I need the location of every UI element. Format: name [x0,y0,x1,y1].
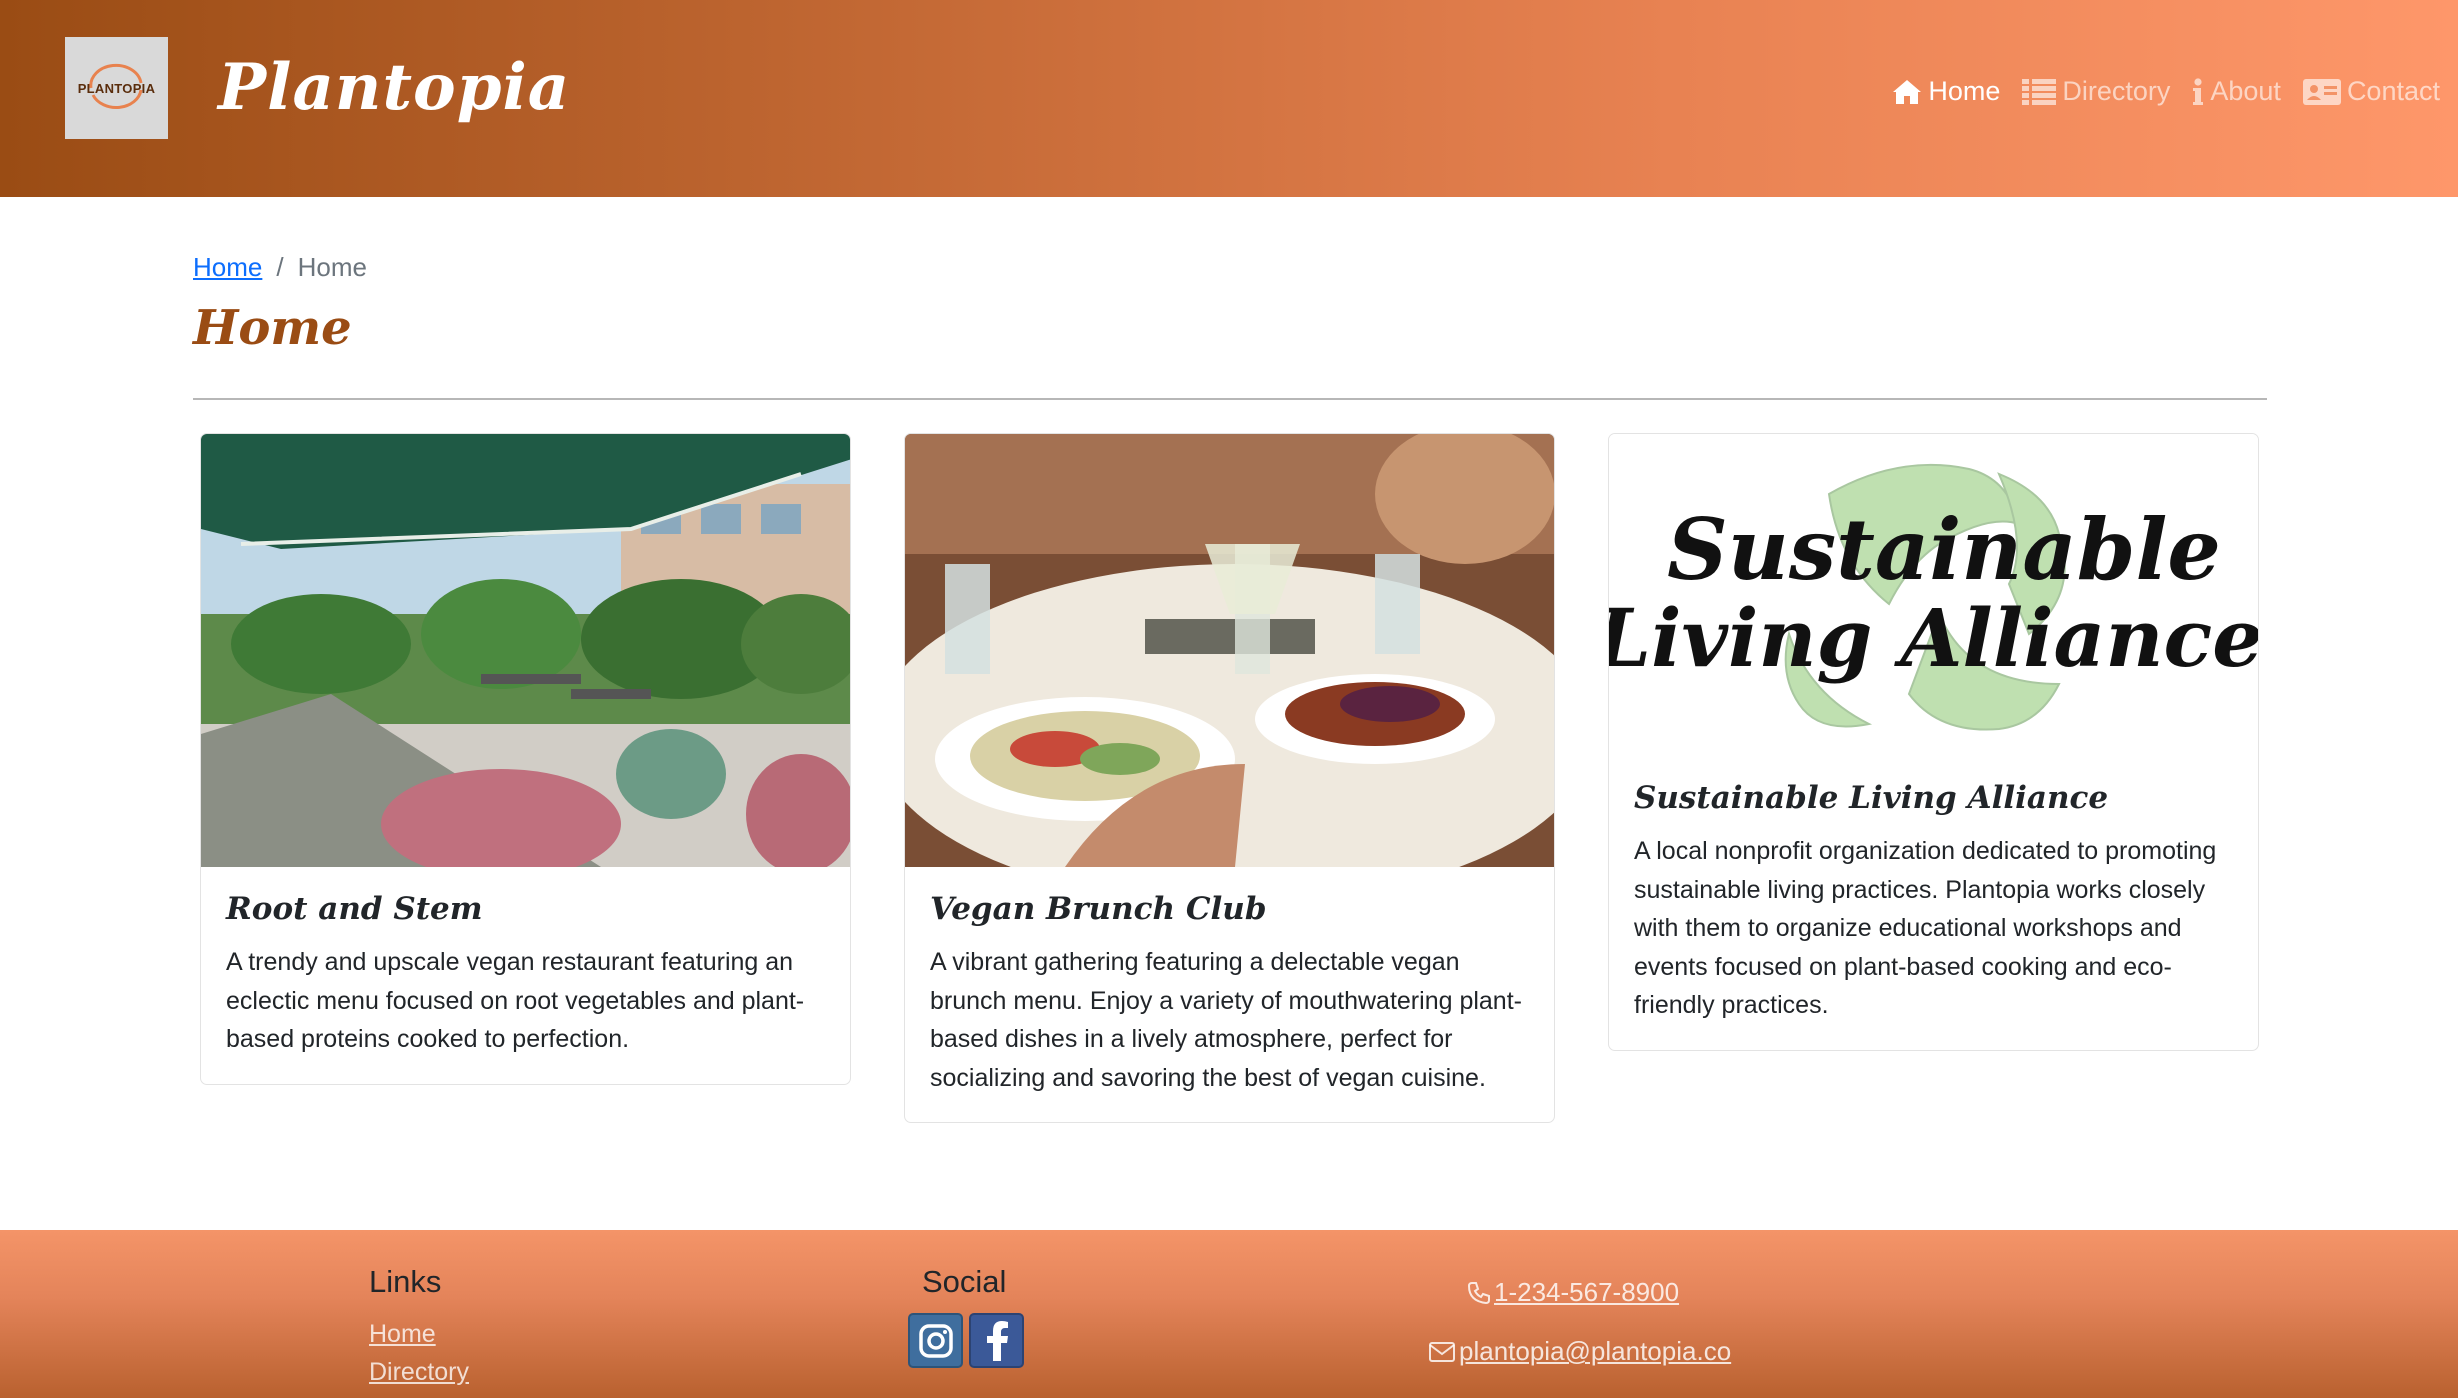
nav-label-home: Home [1928,76,2001,106]
page-title: Home [193,300,352,356]
nav-label-directory: Directory [2062,76,2171,106]
card-title[interactable]: Root and Stem [226,891,825,927]
footer-phone-text: 1-234-567-8900 [1494,1277,1680,1307]
footer-email-link[interactable]: plantopia@plantopia.co [1429,1336,1731,1367]
nav-item-contact[interactable]: Contact [2302,76,2440,107]
logo-text: PLANTOPIA [77,80,156,96]
instagram-button[interactable] [908,1313,963,1368]
logo-line-2: Living Alliance [1609,591,2258,685]
nav-label-about: About [2210,76,2281,106]
nav-item-about[interactable]: About [2192,76,2281,107]
site-logo[interactable]: PLANTOPIA [65,37,168,139]
breadcrumb-separator: / [276,252,284,282]
restaurant-terrace-photo [201,434,850,867]
card-vegan-brunch-club[interactable]: Vegan Brunch Club A vibrant gathering fe… [904,433,1555,1123]
nav-label-contact: Contact [2346,76,2440,106]
title-divider [193,398,2267,400]
envelope-icon [1429,1341,1455,1362]
footer-links-heading: Links [369,1264,442,1299]
card-description: A vibrant gathering featuring a delectab… [930,948,1522,1092]
main-nav: Home Directory About Contact [1892,76,2440,107]
breadcrumb-home-link[interactable]: Home [193,252,262,283]
facebook-button[interactable] [969,1313,1024,1368]
brand-name[interactable]: Plantopia [218,50,570,125]
breadcrumb: Home / Home [193,252,367,283]
brunch-table-photo [905,434,1554,867]
info-icon [2193,77,2204,105]
footer-social-heading: Social [922,1264,1007,1299]
address-card-icon [2302,78,2341,105]
footer-email-text: plantopia@plantopia.co [1459,1336,1732,1366]
logo-line-1: Sustainable [1667,500,2221,599]
card-title[interactable]: Sustainable Living Alliance [1634,780,2233,816]
card-description: A local nonprofit organization dedicated… [1634,837,2217,1019]
breadcrumb-current: Home [297,252,367,282]
card-title[interactable]: Vegan Brunch Club [930,891,1529,927]
card-description: A trendy and upscale vegan restaurant fe… [226,948,805,1053]
facebook-icon [986,1320,1008,1361]
footer-link-home[interactable]: Home [369,1320,436,1349]
footer-phone-link[interactable]: 1-234-567-8900 [1468,1277,1679,1308]
sustainable-living-alliance-logo: Sustainable Living Alliance [1609,434,2258,758]
list-icon [2022,78,2057,105]
site-header: PLANTOPIA Plantopia Home Directory About… [0,0,2458,197]
card-sustainable-living-alliance[interactable]: Sustainable Living Alliance Sustainable … [1608,433,2259,1051]
card-root-and-stem[interactable]: Root and Stem A trendy and upscale vegan… [200,433,851,1085]
home-icon [1893,79,1922,104]
nav-item-home[interactable]: Home [1892,76,2000,107]
phone-icon [1468,1281,1490,1304]
nav-item-directory[interactable]: Directory [2022,76,2170,107]
footer-link-directory[interactable]: Directory [369,1358,469,1387]
instagram-icon [918,1323,953,1358]
